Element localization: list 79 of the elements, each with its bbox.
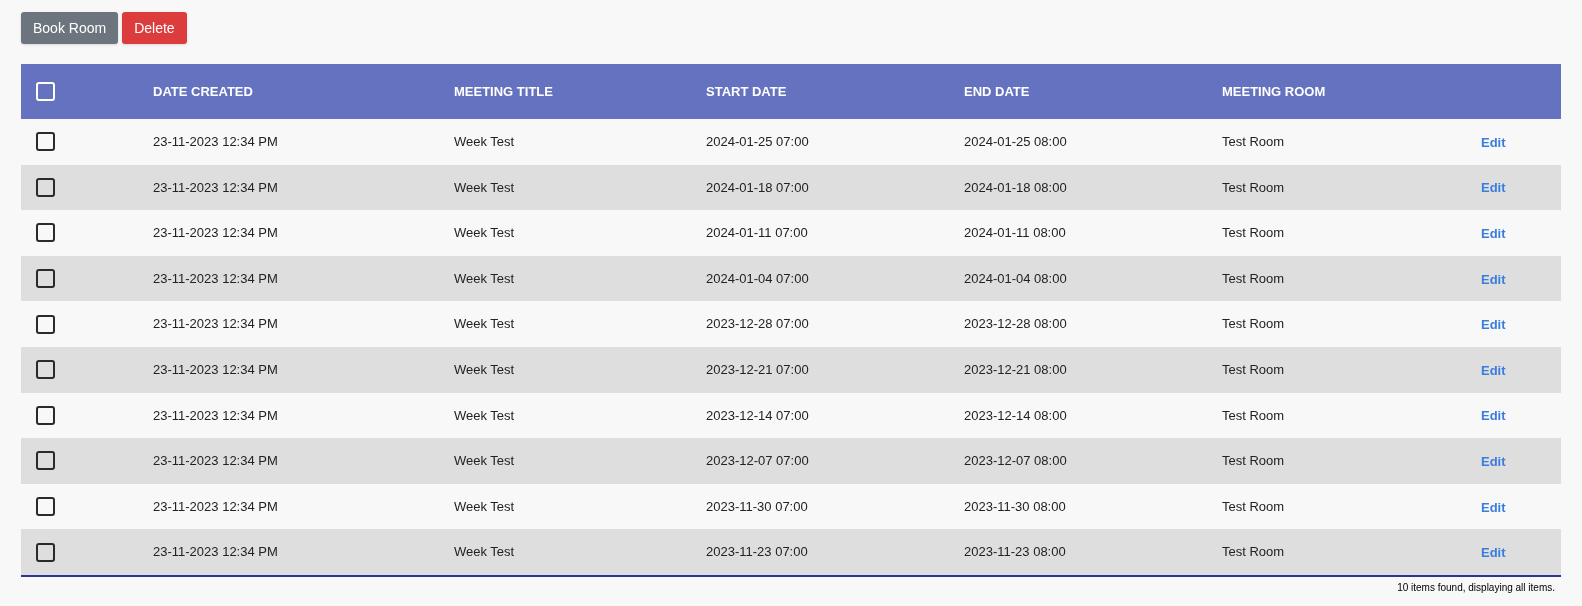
delete-button[interactable]: Delete [122,12,187,44]
table-cell-text: 23-11-2023 12:34 PM [153,269,279,288]
row-checkbox[interactable] [36,451,55,471]
table-cell-text: 2023-12-28 08:00 [964,315,1068,334]
table-cell-text: Week Test [454,269,516,288]
table-cell-text: 2023-12-21 08:00 [964,361,1068,379]
table-cell-text: 23-11-2023 12:34 PM [153,406,279,425]
table-cell-text: Week Test [454,224,516,243]
edit-link[interactable]: Edit [1481,408,1506,424]
edit-link[interactable]: Edit [1481,271,1506,287]
edit-link[interactable]: Edit [1481,134,1506,150]
edit-link[interactable]: Edit [1481,226,1506,241]
table-cell-text: 2024-01-04 08:00 [964,269,1068,288]
table-cell-text: Week Test [454,497,516,516]
column-header: START DATE [706,82,788,101]
table-cell-text: 2024-01-18 08:00 [964,178,1068,197]
table-cell-text: 23-11-2023 12:34 PM [153,178,279,197]
table-cell-text: Week Test [454,406,516,425]
column-header: MEETING TITLE [454,82,554,101]
edit-link[interactable]: Edit [1481,545,1506,561]
table-cell-text: 2023-12-07 08:00 [964,452,1068,471]
table-cell-text: 2024-01-25 08:00 [964,133,1068,152]
table-cell-text: Test Room [1222,269,1286,288]
column-header: DATE CREATED [153,82,254,101]
row-checkbox[interactable] [36,497,55,517]
table-cell-text: Test Room [1222,178,1286,197]
column-header: MEETING ROOM [1222,82,1327,101]
table-cell-text: Test Room [1222,224,1286,243]
table-cell-text: Test Room [1222,406,1286,425]
table-cell-text: 23-11-2023 12:34 PM [153,133,279,152]
table-cell-text: Week Test [454,452,516,471]
table-cell-text: Week Test [454,133,516,152]
table-cell-text: 2023-12-21 07:00 [706,361,810,379]
table-cell-text: 2023-11-23 08:00 [964,543,1067,562]
edit-link[interactable]: Edit [1481,499,1506,515]
row-checkbox[interactable] [36,360,55,380]
row-checkbox[interactable] [36,223,55,243]
edit-link[interactable]: Edit [1481,453,1506,469]
row-checkbox[interactable] [36,132,55,152]
table-cell-text: 2023-12-07 07:00 [706,452,810,471]
table-cell-text: Test Room [1222,133,1286,152]
table-cell-text: 23-11-2023 12:34 PM [153,452,279,471]
edit-link[interactable]: Edit [1481,180,1506,196]
table-cell-text: 23-11-2023 12:34 PM [153,224,279,243]
table-cell-text: Week Test [454,543,516,562]
table-cell-text: Week Test [454,361,516,379]
book-room-button[interactable]: Book Room [21,12,119,44]
table-cell-text: Week Test [454,315,516,334]
row-checkbox[interactable] [36,314,55,334]
table-cell-text: Test Room [1222,361,1286,379]
table-cell-text: 2023-12-14 07:00 [706,406,810,425]
table-cell-text: 2024-01-25 07:00 [706,133,810,152]
row-checkbox[interactable] [36,177,55,197]
items-summary: 10 items found, displaying all items. [1397,580,1555,595]
table-cell-text: Test Room [1222,452,1286,471]
edit-link[interactable]: Edit [1481,317,1506,333]
row-checkbox[interactable] [36,405,55,425]
table-cell-text: Week Test [454,178,516,197]
table-cell-text: Test Room [1222,543,1286,562]
table-cell-text: 2023-11-30 07:00 [706,497,809,516]
table-cell-text: 23-11-2023 12:34 PM [153,361,279,379]
table-cell-text: Test Room [1222,315,1286,334]
table-cell-text: 2023-11-23 07:00 [706,543,809,562]
table-cell-text: 2023-12-28 07:00 [706,315,810,334]
table-cell-text: 2024-01-04 07:00 [706,269,810,288]
table-cell-text: 23-11-2023 12:34 PM [153,315,279,334]
edit-link[interactable]: Edit [1481,362,1506,378]
table-cell-text: 2023-12-14 08:00 [964,406,1068,425]
table-cell-text: 2024-01-11 08:00 [964,224,1067,243]
row-checkbox[interactable] [36,542,55,562]
table-cell-text: 23-11-2023 12:34 PM [153,497,279,516]
table-cell-text: Test Room [1222,497,1286,516]
table-cell-text: 2024-01-11 07:00 [706,224,809,243]
select-all-checkbox[interactable] [36,82,55,101]
table-cell-text: 23-11-2023 12:34 PM [153,543,279,562]
row-checkbox[interactable] [36,269,55,289]
column-header: END DATE [964,82,1031,101]
table-cell-text: 2024-01-18 07:00 [706,178,810,197]
table-cell-text: 2023-11-30 08:00 [964,497,1067,516]
